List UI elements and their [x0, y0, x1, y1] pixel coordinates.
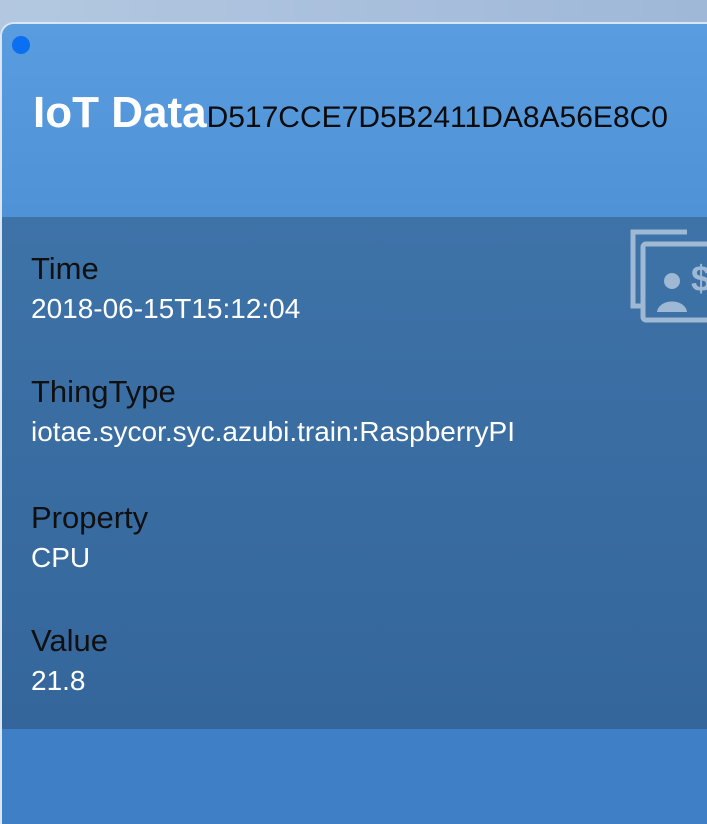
field-value: 2018-06-15T15:12:04: [31, 293, 301, 324]
field-label: Time: [31, 251, 99, 286]
field-thing-type: ThingType iotae.sycor.syc.azubi.train:Ra…: [31, 373, 515, 449]
field-value-reading: Value 21.8: [31, 622, 108, 698]
tile-title-row: IoT DataD517CCE7D5B2411DA8A56E8C0: [33, 88, 668, 138]
field-label: Value: [31, 623, 108, 658]
field-label: ThingType: [31, 374, 176, 409]
document-person-dollar-icon: $: [630, 229, 707, 323]
field-value: 21.8: [31, 665, 86, 696]
device-id: D517CCE7D5B2411DA8A56E8C0: [206, 101, 668, 134]
tile-title: IoT Data: [33, 88, 207, 137]
svg-text:$: $: [691, 258, 707, 299]
tile-header: IoT DataD517CCE7D5B2411DA8A56E8C0: [2, 24, 707, 217]
field-label: Property: [31, 500, 149, 535]
field-value: iotae.sycor.syc.azubi.train:RaspberryPI: [31, 416, 515, 447]
status-indicator: [12, 36, 30, 54]
field-value: CPU: [31, 542, 91, 573]
field-time: Time 2018-06-15T15:12:04: [31, 250, 300, 326]
field-property: Property CPU: [31, 499, 148, 575]
tile-footer: [2, 729, 707, 824]
